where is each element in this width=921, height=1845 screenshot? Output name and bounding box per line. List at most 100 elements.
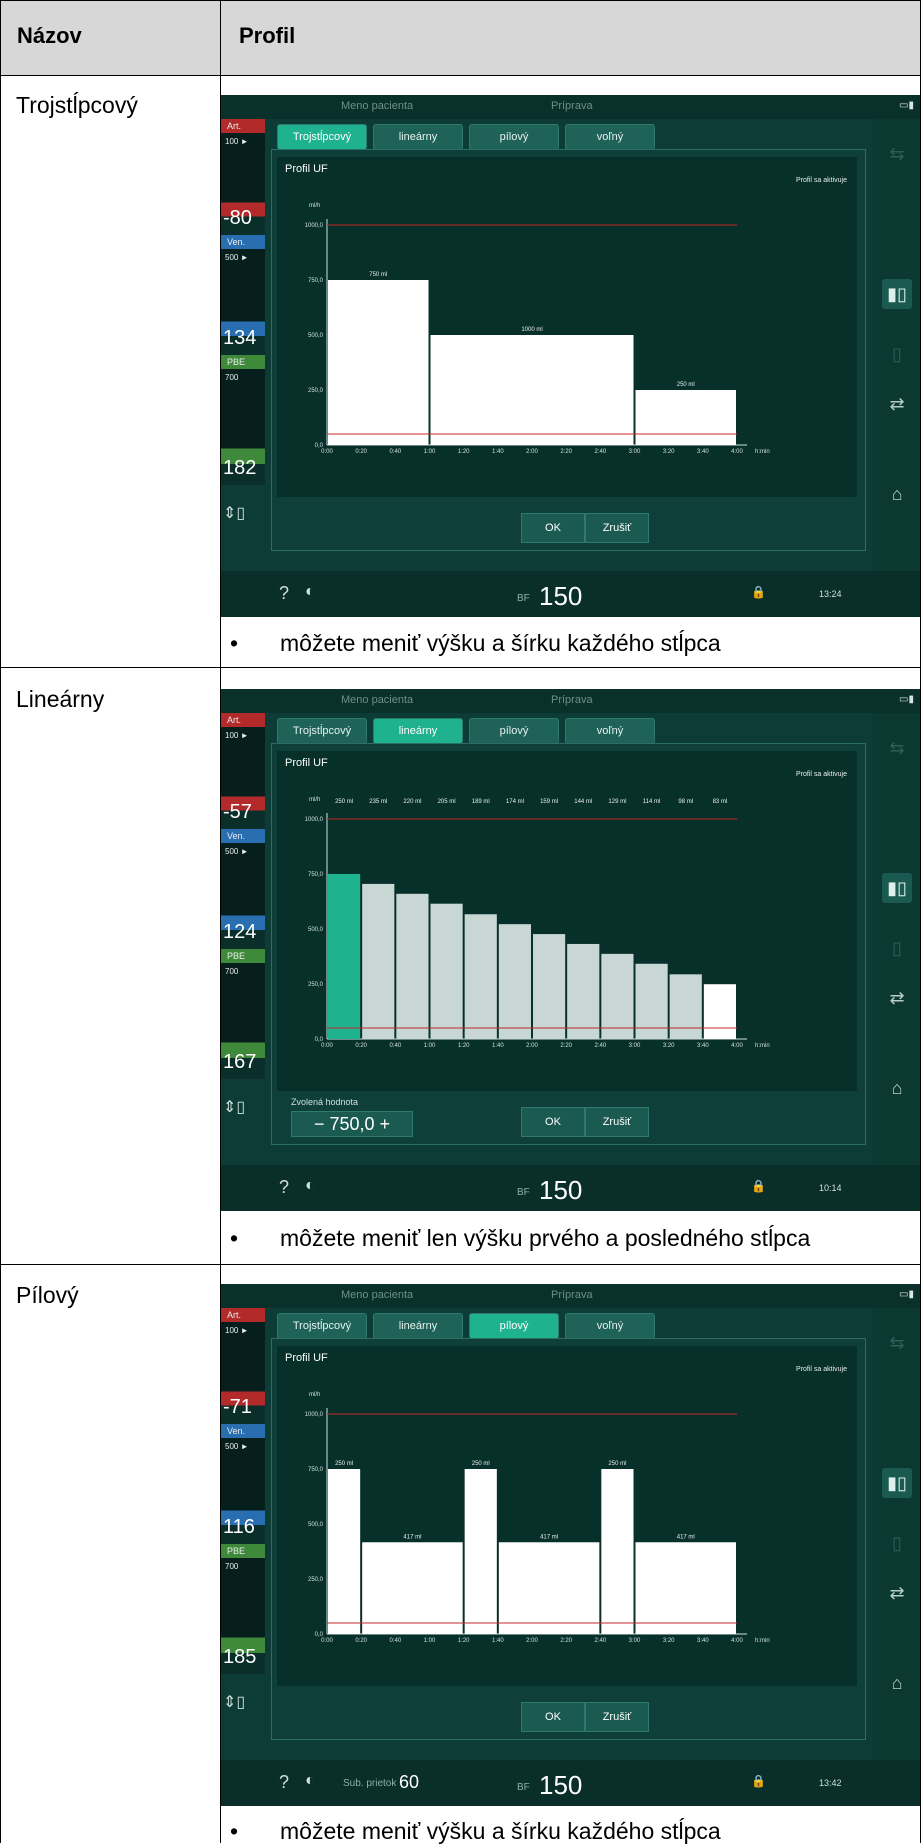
filter-icon[interactable]: ▮▯: [882, 873, 912, 903]
tab-0[interactable]: Trojstĺpcový: [277, 1313, 367, 1339]
tab-3[interactable]: voľný: [565, 718, 655, 744]
level-icon[interactable]: ⇕▯: [223, 503, 245, 523]
uf-bar: [567, 943, 600, 1039]
pressure-column: Art. 100 ► -71 Ven. 500 ► 116 PBE 700 185 ⇕▯: [221, 1308, 265, 1760]
ok-button[interactable]: OK: [521, 1107, 585, 1137]
bar-data-label: 250 ml: [472, 1461, 490, 1467]
tab-1[interactable]: lineárny: [373, 718, 463, 744]
art-pressure: Art. 100 ► -57: [221, 713, 265, 829]
syringe-icon[interactable]: ▯: [882, 1528, 912, 1558]
x-tick-label: 4:00: [731, 1043, 743, 1049]
x-tick-label: 0:40: [389, 449, 401, 455]
filter-icon[interactable]: ▮▯: [882, 279, 912, 309]
y-tick-label: 1000,0: [305, 1412, 324, 1418]
bar-data-label: 114 ml: [643, 799, 661, 805]
uf-bar: [498, 1542, 600, 1634]
level-icon[interactable]: ⇕▯: [223, 1692, 245, 1712]
bar-data-label: 159 ml: [540, 799, 558, 805]
uf-bar: [464, 914, 497, 1039]
uf-bar: [430, 903, 463, 1039]
x-unit-label: h:min: [755, 1638, 770, 1644]
x-tick-label: 0:20: [355, 1043, 367, 1049]
x-tick-label: 1:40: [492, 1043, 504, 1049]
help-icon[interactable]: ?: [279, 583, 289, 604]
bf-label: BF: [517, 1187, 530, 1198]
help-icon[interactable]: ?: [279, 1772, 289, 1793]
tab-3[interactable]: voľný: [565, 1313, 655, 1339]
bar-data-label: 98 ml: [678, 799, 693, 805]
cancel-button[interactable]: Zrušiť: [585, 1107, 649, 1137]
tab-0[interactable]: Trojstĺpcový: [277, 718, 367, 744]
bypass-icon[interactable]: ⇄: [882, 983, 912, 1013]
x-tick-label: 2:00: [526, 1638, 538, 1644]
pump-icon[interactable]: ⇆: [882, 139, 912, 169]
tab-2[interactable]: pílový: [469, 1313, 559, 1339]
x-tick-label: 2:40: [594, 1638, 606, 1644]
pressure-column: Art. 100 ► -57 Ven. 500 ► 124 PBE 700 167 ⇕▯: [221, 713, 265, 1165]
phase-label: Príprava: [551, 1289, 593, 1301]
filter-icon[interactable]: ▮▯: [882, 1468, 912, 1498]
bar-data-label: 129 ml: [608, 799, 626, 805]
lock-icon[interactable]: 🔒: [751, 585, 766, 599]
uf-bar: [328, 874, 361, 1039]
bar-data-label: 174 ml: [506, 799, 524, 805]
pressure-column: Art. 100 ► -80 Ven. 500 ► 134 PBE 700 182 ⇕▯: [221, 119, 265, 571]
clock-icon[interactable]: ◐: [305, 1177, 315, 1195]
x-tick-label: 3:00: [629, 449, 641, 455]
syringe-icon[interactable]: ▯: [882, 933, 912, 963]
patient-name: Meno pacienta: [341, 1289, 414, 1301]
bypass-icon[interactable]: ⇄: [882, 1578, 912, 1608]
pbe-pressure: PBE 700 185: [221, 1544, 265, 1674]
bar-data-label: 250 ml: [335, 799, 353, 805]
x-tick-label: 3:40: [697, 449, 709, 455]
syringe-icon[interactable]: ▯: [882, 339, 912, 369]
ven-scale-top: 500 ►: [225, 847, 249, 856]
lock-icon[interactable]: 🔒: [751, 1179, 766, 1193]
y-tick-label: 250,0: [308, 388, 324, 394]
x-tick-label: 0:00: [321, 1043, 333, 1049]
selected-value-stepper[interactable]: − 750,0 +: [291, 1111, 413, 1137]
art-label: Art.: [227, 121, 242, 131]
uf-chart-svg: ml/hh:min0,0250,0500,0750,01000,00:00 0:2…: [305, 797, 770, 1049]
tab-1[interactable]: lineárny: [373, 1313, 463, 1339]
uf-chart: Profil UF Profil sa aktivuje ml/h h:min 0,0 2…: [277, 157, 857, 497]
bottom-bar: ? ◐ Sub. prietok 60 BF 150 🔒 13:42: [221, 1760, 920, 1806]
level-icon[interactable]: ⇕▯: [223, 1097, 245, 1117]
pump-icon[interactable]: ⇆: [882, 1328, 912, 1358]
x-tick-label: 0:00: [321, 449, 333, 455]
x-tick-label: 3:40: [697, 1043, 709, 1049]
tab-1[interactable]: lineárny: [373, 124, 463, 150]
battery-icon: ▭▮: [899, 100, 914, 111]
bypass-icon[interactable]: ⇄: [882, 389, 912, 419]
tab-0[interactable]: Trojstĺpcový: [277, 124, 367, 150]
ok-button[interactable]: OK: [521, 513, 585, 543]
bf-value: 150: [539, 1175, 583, 1205]
right-toolbar: ⇆ ▮▯ ▯ ⇄ ⌂: [872, 1308, 920, 1760]
cancel-button[interactable]: Zrušiť: [585, 513, 649, 543]
x-tick-label: 2:00: [526, 1043, 538, 1049]
help-icon[interactable]: ?: [279, 1177, 289, 1198]
ok-button[interactable]: OK: [521, 1702, 585, 1732]
uf-bar: [362, 1542, 463, 1634]
home-icon[interactable]: ⌂: [882, 1668, 912, 1698]
pump-icon[interactable]: ⇆: [882, 733, 912, 763]
lock-icon[interactable]: 🔒: [751, 1774, 766, 1788]
clock-icon[interactable]: ◐: [305, 1772, 315, 1790]
device-screenshot: Meno pacienta Príprava ▭▮ Art. 100 ► -71 Ven. 5…: [221, 1284, 920, 1806]
row-name: Pílový: [16, 1282, 79, 1308]
right-toolbar: ⇆ ▮▯ ▯ ⇄ ⌂: [872, 713, 920, 1165]
tab-2[interactable]: pílový: [469, 718, 559, 744]
ven-pressure: Ven. 500 ► 116: [221, 1424, 265, 1544]
top-bar: Meno pacienta Príprava ▭▮: [221, 95, 920, 119]
x-tick-label: 3:00: [629, 1043, 641, 1049]
tab-3[interactable]: voľný: [565, 124, 655, 150]
ven-scale-top: 500 ►: [225, 1442, 249, 1451]
home-icon[interactable]: ⌂: [882, 1073, 912, 1103]
bar-data-label: 417 ml: [677, 1534, 695, 1540]
device-screenshot: Meno pacienta Príprava ▭▮ Art. 100 ► -80 Ven. 5…: [221, 95, 920, 617]
cancel-button[interactable]: Zrušiť: [585, 1702, 649, 1732]
tab-2[interactable]: pílový: [469, 124, 559, 150]
home-icon[interactable]: ⌂: [882, 479, 912, 509]
clock-icon[interactable]: ◐: [305, 583, 315, 601]
table-header: Názov Profil: [1, 1, 920, 75]
